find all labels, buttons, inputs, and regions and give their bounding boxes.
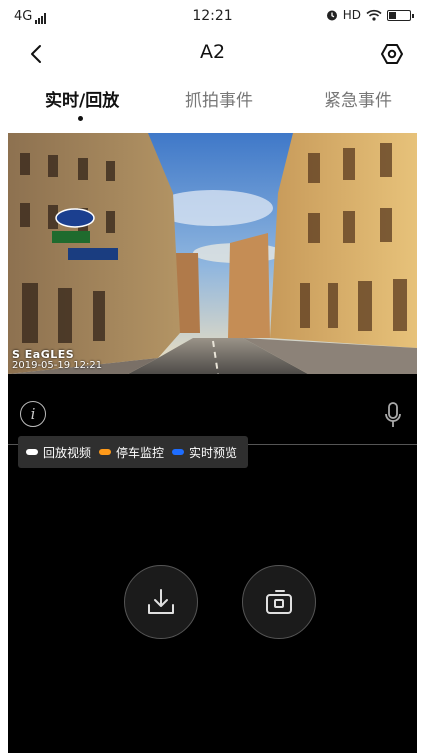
legend-label-live: 实时预览: [189, 445, 238, 460]
legend-label-playback: 回放视频: [43, 445, 92, 460]
nav-bar: A2: [0, 34, 425, 74]
street-scene-image: [8, 133, 417, 374]
player-panel: i 回放视频 停车监控 实时预览: [8, 374, 417, 753]
battery-icon: [387, 9, 414, 21]
hd-label: HD: [342, 8, 361, 22]
tab-bar: 实时/回放 抓拍事件 紧急事件: [0, 86, 425, 126]
legend-item-parking: 停车监控: [99, 444, 164, 461]
timeline-legend: 回放视频 停车监控 实时预览: [18, 436, 249, 468]
status-right: HD: [326, 8, 414, 22]
legend-item-live: 实时预览: [172, 444, 237, 461]
microphone-button[interactable]: [383, 400, 403, 430]
status-bar: 4G 12:21 HD: [0, 0, 425, 34]
microphone-icon: [385, 402, 401, 427]
hex-settings-icon: [381, 44, 403, 64]
watermark-datetime: 2019-05-19 12:21: [12, 360, 103, 371]
page-title: A2: [199, 41, 226, 63]
camera-icon: [266, 590, 292, 614]
video-watermark: S EaGLES 2019-05-19 12:21: [12, 349, 102, 371]
tab-live-playback[interactable]: 实时/回放: [45, 86, 119, 111]
tab-snapshot-events[interactable]: 抓拍事件: [185, 86, 253, 111]
settings-button[interactable]: [377, 39, 407, 69]
legend-item-playback: 回放视频: [26, 444, 91, 461]
legend-swatch-playback: [26, 449, 38, 455]
alarm-icon: [326, 10, 337, 21]
video-preview[interactable]: S EaGLES 2019-05-19 12:21: [8, 133, 417, 374]
legend-swatch-parking: [99, 449, 112, 455]
download-button[interactable]: [124, 565, 198, 639]
snapshot-button[interactable]: [242, 565, 316, 639]
tab-emergency-events[interactable]: 紧急事件: [324, 86, 392, 111]
legend-label-parking: 停车监控: [116, 445, 165, 460]
info-button[interactable]: i: [20, 401, 46, 427]
watermark-brand: S EaGLES: [12, 348, 75, 361]
info-icon: i: [30, 405, 36, 423]
download-icon: [148, 589, 174, 614]
legend-swatch-live: [172, 449, 185, 455]
wifi-icon: [366, 9, 382, 21]
active-tab-indicator: [78, 116, 83, 121]
